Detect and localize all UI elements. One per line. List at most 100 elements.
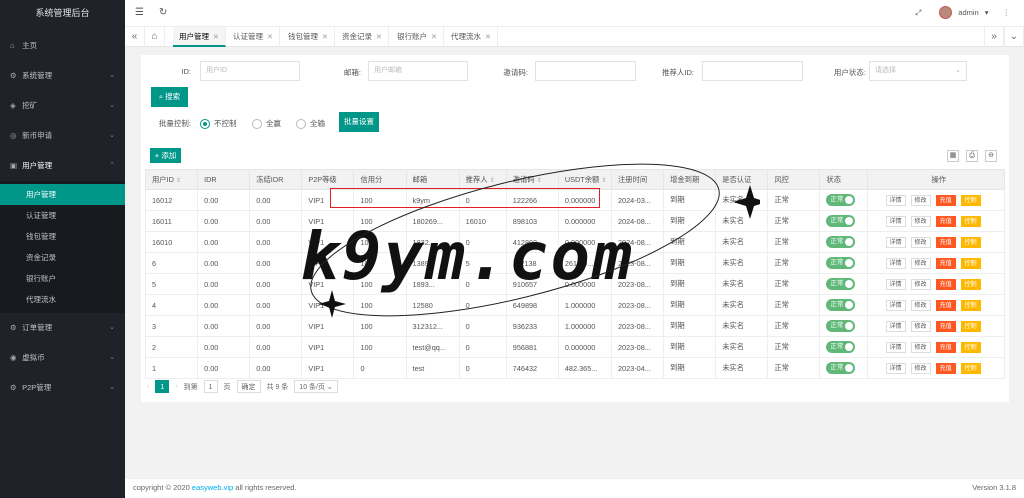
- caret-down-icon[interactable]: ▾: [985, 8, 989, 17]
- more-icon[interactable]: ⋮: [1003, 8, 1011, 17]
- detail-button[interactable]: 详情: [885, 278, 906, 290]
- recharge-button[interactable]: 充值: [935, 194, 956, 206]
- print-icon[interactable]: ⎙: [966, 150, 978, 162]
- page-input[interactable]: 1: [203, 380, 218, 393]
- close-icon[interactable]: ✕: [485, 34, 491, 41]
- recharge-button[interactable]: 充值: [935, 215, 956, 227]
- tabs-menu-icon[interactable]: ⌄: [1004, 27, 1024, 47]
- col-header[interactable]: 用户ID ⇕: [144, 169, 199, 190]
- recharge-button[interactable]: 充值: [935, 257, 956, 269]
- recharge-button[interactable]: 充值: [935, 320, 956, 332]
- close-icon[interactable]: ✕: [376, 34, 382, 41]
- radio-no-control[interactable]: 不控制: [200, 118, 237, 129]
- tab-wallet[interactable]: 钱包管理 ✕: [282, 27, 335, 47]
- columns-filter-icon[interactable]: ▦: [947, 150, 959, 162]
- tab-user-mgmt[interactable]: 用户管理 ✕: [173, 27, 226, 47]
- status-toggle[interactable]: 正常: [826, 194, 856, 206]
- edit-button[interactable]: 修改: [910, 362, 931, 374]
- submenu-auth[interactable]: 认证管理: [0, 205, 125, 226]
- export-icon[interactable]: ⊖: [985, 150, 997, 162]
- close-icon[interactable]: ✕: [267, 34, 273, 41]
- menu-system[interactable]: ⚙ 系统管理 ⌄: [0, 61, 125, 91]
- col-header[interactable]: 推荐人 ⇕: [458, 169, 507, 190]
- sort-icon[interactable]: ⇕: [490, 178, 495, 184]
- prev-icon[interactable]: ‹: [147, 383, 149, 390]
- col-header[interactable]: USDT余额 ⇕: [557, 169, 612, 190]
- menu-home[interactable]: ⌂ 主页: [0, 31, 125, 61]
- recharge-button[interactable]: 充值: [935, 236, 956, 248]
- detail-button[interactable]: 详情: [885, 215, 906, 227]
- control-button[interactable]: 控制: [960, 278, 981, 290]
- edit-button[interactable]: 修改: [910, 299, 931, 311]
- submenu-funds[interactable]: 资金记录: [0, 247, 125, 268]
- status-toggle[interactable]: 正常: [826, 278, 856, 290]
- invite-code-input[interactable]: [535, 61, 636, 81]
- close-icon[interactable]: ✕: [213, 34, 219, 41]
- edit-button[interactable]: 修改: [910, 320, 931, 332]
- referrer-input[interactable]: [702, 61, 803, 81]
- detail-button[interactable]: 详情: [885, 362, 906, 374]
- email-input[interactable]: 用户邮箱: [368, 61, 468, 81]
- tab-bank[interactable]: 银行账户 ✕: [391, 27, 444, 47]
- radio-all-win[interactable]: 全赢: [252, 118, 281, 129]
- avatar[interactable]: [939, 6, 953, 19]
- fullscreen-icon[interactable]: ⤢: [915, 8, 921, 18]
- close-icon[interactable]: ✕: [322, 34, 328, 41]
- search-button[interactable]: ⌕ 搜索: [151, 87, 188, 107]
- sort-icon[interactable]: ⇕: [601, 178, 606, 184]
- menu-p2p[interactable]: ⚙ P2P管理 ⌄: [0, 373, 125, 403]
- footer-link[interactable]: easyweb.vip: [192, 483, 233, 492]
- control-button[interactable]: 控制: [960, 299, 981, 311]
- home-tab-icon[interactable]: ⌂: [145, 27, 165, 47]
- next-icon[interactable]: ›: [175, 383, 177, 390]
- edit-button[interactable]: 修改: [910, 215, 931, 227]
- refresh-icon[interactable]: ↻: [159, 7, 167, 18]
- control-button[interactable]: 控制: [960, 320, 981, 332]
- control-button[interactable]: 控制: [960, 257, 981, 269]
- menu-coin-apply[interactable]: ◎ 新币申请 ⌄: [0, 121, 125, 151]
- edit-button[interactable]: 修改: [910, 236, 931, 248]
- page-1[interactable]: 1: [155, 380, 170, 393]
- menu-user-mgmt[interactable]: ▣ 用户管理 ⌃: [0, 151, 125, 181]
- col-header[interactable]: 邀请码 ⇕: [505, 169, 559, 190]
- status-toggle[interactable]: 正常: [826, 320, 856, 332]
- menu-toggle-icon[interactable]: ☰: [135, 7, 144, 18]
- status-toggle[interactable]: 正常: [826, 299, 856, 311]
- submenu-wallet[interactable]: 钱包管理: [0, 226, 125, 247]
- recharge-button[interactable]: 充值: [935, 362, 956, 374]
- detail-button[interactable]: 详情: [885, 320, 906, 332]
- detail-button[interactable]: 详情: [885, 236, 906, 248]
- close-icon[interactable]: ✕: [431, 34, 437, 41]
- menu-virtual[interactable]: ◉ 虚拟币 ⌄: [0, 343, 125, 373]
- edit-button[interactable]: 修改: [910, 194, 931, 206]
- recharge-button[interactable]: 充值: [935, 341, 956, 353]
- tabs-right-icon[interactable]: »: [984, 27, 1004, 47]
- status-toggle[interactable]: 正常: [826, 362, 856, 374]
- username[interactable]: admin: [958, 8, 978, 17]
- batch-set-button[interactable]: 批量设置: [339, 112, 379, 132]
- tab-agent[interactable]: 代理流水 ✕: [445, 27, 498, 47]
- recharge-button[interactable]: 充值: [935, 278, 956, 290]
- detail-button[interactable]: 详情: [885, 341, 906, 353]
- submenu-agent[interactable]: 代理流水: [0, 289, 125, 310]
- control-button[interactable]: 控制: [960, 215, 981, 227]
- control-button[interactable]: 控制: [960, 341, 981, 353]
- edit-button[interactable]: 修改: [910, 278, 931, 290]
- detail-button[interactable]: 详情: [885, 257, 906, 269]
- per-page-select[interactable]: 10 条/页 ⌄: [294, 380, 338, 393]
- control-button[interactable]: 控制: [960, 194, 981, 206]
- status-select[interactable]: 请选择 ⌄: [869, 61, 967, 81]
- control-button[interactable]: 控制: [960, 236, 981, 248]
- tab-auth[interactable]: 认证管理 ✕: [227, 27, 280, 47]
- sort-icon[interactable]: ⇕: [537, 178, 542, 184]
- radio-all-lose[interactable]: 全输: [296, 118, 325, 129]
- recharge-button[interactable]: 充值: [935, 299, 956, 311]
- submenu-bank[interactable]: 银行账户: [0, 268, 125, 289]
- submenu-user-mgmt[interactable]: 用户管理: [0, 184, 125, 205]
- id-input[interactable]: 用户ID: [200, 61, 300, 81]
- confirm-button[interactable]: 确定: [236, 380, 261, 393]
- control-button[interactable]: 控制: [960, 362, 981, 374]
- menu-mining[interactable]: ◈ 挖矿 ⌄: [0, 91, 125, 121]
- tab-funds[interactable]: 资金记录 ✕: [336, 27, 389, 47]
- sort-icon[interactable]: ⇕: [176, 178, 181, 184]
